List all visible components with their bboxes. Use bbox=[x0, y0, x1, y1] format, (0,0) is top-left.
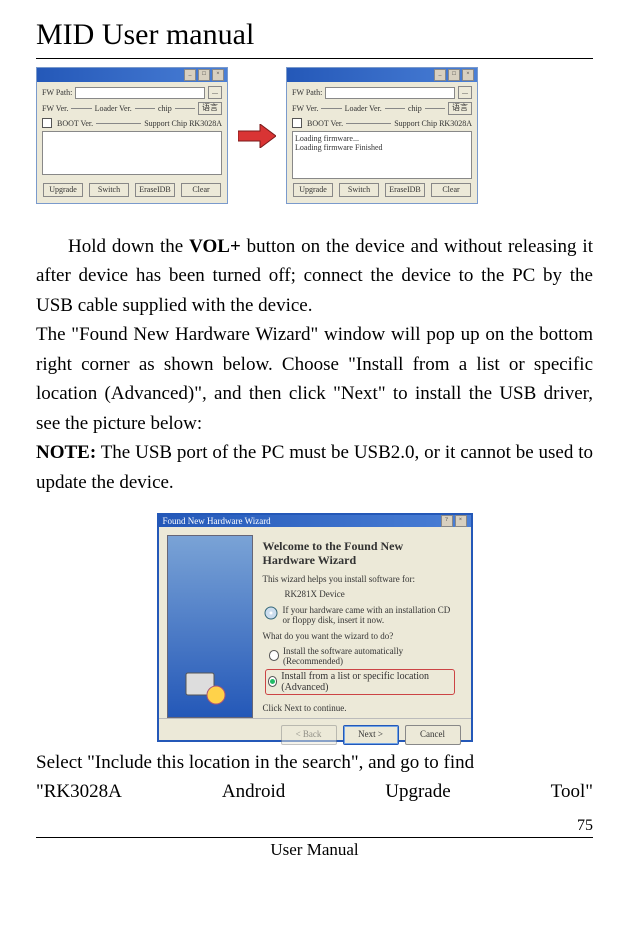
browse-button[interactable]: ... bbox=[458, 86, 472, 99]
switch-button[interactable]: Switch bbox=[339, 183, 379, 197]
body-paragraph-1: Hold down the VOL+ button on the device … bbox=[36, 232, 593, 497]
page-title: MID User manual bbox=[36, 18, 593, 59]
after-l2d: Tool" bbox=[551, 777, 593, 806]
screenshots-row: _ □ × FW Path: ... FW Ver. Loader Ver. c… bbox=[36, 67, 593, 204]
boot-checkbox[interactable] bbox=[42, 118, 52, 128]
wizard-device-name: RK281X Device bbox=[285, 589, 455, 599]
radio-auto[interactable]: Install the software automatically (Reco… bbox=[269, 646, 455, 666]
cancel-button[interactable]: Cancel bbox=[405, 725, 461, 745]
minimize-button[interactable]: _ bbox=[184, 69, 196, 81]
erase-button[interactable]: EraseIDB bbox=[385, 183, 425, 197]
chip-label: chip bbox=[158, 104, 172, 113]
arrow-right-icon bbox=[238, 122, 276, 150]
hardware-icon bbox=[182, 667, 230, 707]
para2-text: The "Found New Hardware Wizard" window w… bbox=[36, 324, 593, 433]
clear-button[interactable]: Clear bbox=[181, 183, 221, 197]
fwpath-label: FW Path: bbox=[42, 88, 72, 97]
window-titlebar: _ □ × bbox=[37, 68, 227, 82]
fwpath-label: FW Path: bbox=[292, 88, 322, 97]
wizard-title: Found New Hardware Wizard bbox=[163, 516, 271, 526]
maximize-button[interactable]: □ bbox=[448, 69, 460, 81]
maximize-button[interactable]: □ bbox=[198, 69, 210, 81]
after-l2c: Upgrade bbox=[385, 777, 450, 806]
radio-icon bbox=[268, 676, 278, 687]
cd-icon bbox=[263, 605, 279, 621]
wizard-clicknext: Click Next to continue. bbox=[263, 703, 455, 713]
note-label: NOTE: bbox=[36, 442, 96, 463]
chip-label: chip bbox=[408, 104, 422, 113]
upgrade-button[interactable]: Upgrade bbox=[43, 183, 83, 197]
help-button[interactable]: ? bbox=[441, 515, 453, 527]
volplus-bold: VOL+ bbox=[189, 236, 241, 257]
lang-button[interactable]: 语言 bbox=[448, 102, 472, 115]
browse-button[interactable]: ... bbox=[208, 86, 222, 99]
wizard-line1: This wizard helps you install software f… bbox=[263, 574, 455, 584]
boot-checkbox[interactable] bbox=[292, 118, 302, 128]
screenshot-right: _ □ × FW Path: ... FW Ver. Loader Ver. c… bbox=[286, 67, 478, 204]
bootver-label: BOOT Ver. bbox=[57, 119, 93, 128]
after-l2b: Android bbox=[222, 777, 285, 806]
wizard-screenshot: Found New Hardware Wizard ? × Welcome to… bbox=[36, 513, 593, 742]
wizard-question: What do you want the wizard to do? bbox=[263, 631, 455, 641]
upgrade-button[interactable]: Upgrade bbox=[293, 183, 333, 197]
bootver-label: BOOT Ver. bbox=[307, 119, 343, 128]
after-line1: Select "Include this location in the sea… bbox=[36, 748, 593, 777]
radio-auto-label: Install the software automatically (Reco… bbox=[283, 646, 455, 666]
radio-advanced-label: Install from a list or specific location… bbox=[281, 671, 451, 693]
after-l2a: "RK3028A bbox=[36, 777, 122, 806]
wizard-sidebar-image bbox=[167, 535, 253, 718]
minimize-button[interactable]: _ bbox=[434, 69, 446, 81]
note-text: The USB port of the PC must be USB2.0, o… bbox=[36, 442, 593, 492]
support-label: Support Chip RK3028A bbox=[144, 119, 222, 128]
log-line: Loading firmware... bbox=[295, 134, 469, 143]
close-button[interactable]: × bbox=[212, 69, 224, 81]
page-number: 75 bbox=[0, 817, 629, 835]
close-button[interactable]: × bbox=[462, 69, 474, 81]
para1-frag1: Hold down the bbox=[68, 236, 189, 257]
screenshot-left: _ □ × FW Path: ... FW Ver. Loader Ver. c… bbox=[36, 67, 228, 204]
erase-button[interactable]: EraseIDB bbox=[135, 183, 175, 197]
radio-advanced[interactable]: Install from a list or specific location… bbox=[265, 669, 455, 695]
back-button[interactable]: < Back bbox=[281, 725, 337, 745]
next-button[interactable]: Next > bbox=[343, 725, 399, 745]
lang-button[interactable]: 语言 bbox=[198, 102, 222, 115]
loaderver-label: Loader Ver. bbox=[95, 104, 132, 113]
wizard-cdhint: If your hardware came with an installati… bbox=[283, 605, 455, 625]
window-titlebar: _ □ × bbox=[287, 68, 477, 82]
wizard-titlebar: Found New Hardware Wizard ? × bbox=[159, 515, 471, 527]
fwver-label: FW Ver. bbox=[42, 104, 68, 113]
switch-button[interactable]: Switch bbox=[89, 183, 129, 197]
log-line: Loading firmware Finished bbox=[295, 143, 469, 152]
close-button[interactable]: × bbox=[455, 515, 467, 527]
clear-button[interactable]: Clear bbox=[431, 183, 471, 197]
loaderver-label: Loader Ver. bbox=[345, 104, 382, 113]
fwpath-input[interactable] bbox=[75, 87, 205, 99]
radio-icon bbox=[269, 650, 279, 661]
fwpath-input[interactable] bbox=[325, 87, 455, 99]
fwver-label: FW Ver. bbox=[292, 104, 318, 113]
log-area bbox=[42, 131, 222, 175]
wizard-heading: Welcome to the Found New Hardware Wizard bbox=[263, 539, 455, 568]
log-area: Loading firmware... Loading firmware Fin… bbox=[292, 131, 472, 179]
footer-text: User Manual bbox=[0, 838, 629, 860]
body-after: Select "Include this location in the sea… bbox=[36, 748, 593, 807]
support-label: Support Chip RK3028A bbox=[394, 119, 472, 128]
